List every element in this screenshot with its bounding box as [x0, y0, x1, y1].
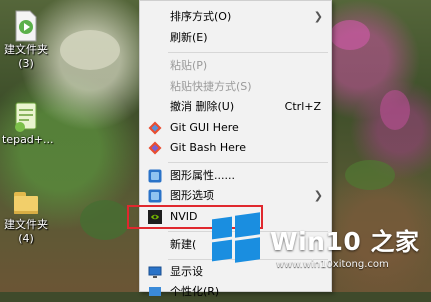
folder-icon	[12, 188, 40, 216]
menu-item-label: 个性化(R)	[170, 285, 220, 298]
menu-item-personalize[interactable]: 个性化(R)	[140, 282, 331, 302]
desktop-icon-label: 建文件夹	[4, 218, 48, 231]
foliage-decoration	[80, 200, 130, 240]
menu-item-paste[interactable]: 粘贴(P)	[140, 56, 331, 76]
flower-decoration	[330, 20, 370, 50]
menu-item-git-bash[interactable]: Git Bash Here	[140, 138, 331, 158]
chevron-right-icon: ❯	[313, 189, 323, 202]
menu-item-label: 粘贴快捷方式(S)	[170, 80, 252, 93]
menu-item-label: 新建(	[170, 238, 197, 251]
menu-item-shortcut: Ctrl+Z	[284, 100, 321, 113]
desktop-icon-label: tepad+...	[2, 133, 54, 146]
foliage-decoration	[345, 160, 395, 190]
graphics-properties-icon	[148, 169, 162, 183]
desktop-icon-notepadpp[interactable]: tepad+...	[2, 100, 54, 147]
desktop-icon-folder[interactable]: 建文件夹 (4)	[2, 188, 50, 246]
watermark-url: www.win10xitong.com	[276, 259, 389, 270]
sky-decoration	[60, 30, 120, 70]
menu-item-label: 粘贴(P)	[170, 59, 208, 72]
menu-item-label: 显示设	[170, 265, 203, 278]
menu-item-graphics-properties[interactable]: 图形属性......	[140, 166, 331, 186]
windows-logo-icon	[212, 212, 260, 263]
menu-item-label: 图形属性......	[170, 169, 235, 182]
menu-item-label: Git Bash Here	[170, 141, 246, 154]
media-file-icon	[12, 10, 40, 42]
flower-decoration	[380, 90, 410, 130]
menu-separator	[168, 162, 328, 163]
personalize-icon	[149, 287, 161, 296]
notepadpp-icon	[12, 100, 40, 132]
menu-item-label: 刷新(E)	[170, 31, 208, 44]
desktop-icon-mp4[interactable]: 建文件夹 (3)	[2, 10, 50, 71]
display-settings-icon	[148, 266, 162, 278]
watermark-brand: Win10 之家	[270, 222, 419, 257]
graphics-options-icon	[148, 189, 162, 203]
chevron-right-icon: ❯	[313, 10, 323, 23]
menu-item-label: 排序方式(O)	[170, 10, 232, 23]
menu-item-label: 撤消 删除(U)	[170, 100, 235, 113]
git-bash-icon	[148, 141, 162, 155]
git-gui-icon	[148, 121, 162, 135]
watermark-brand-latin: Win10	[270, 227, 362, 256]
menu-item-graphics-options[interactable]: 图形选项 ❯	[140, 186, 331, 206]
menu-item-paste-shortcut[interactable]: 粘贴快捷方式(S)	[140, 77, 331, 97]
desktop-icon-label: (4)	[18, 232, 34, 245]
menu-item-git-gui[interactable]: Git GUI Here	[140, 118, 331, 138]
menu-separator	[168, 52, 328, 53]
watermark-brand-cjk: 之家	[370, 228, 420, 256]
desktop-icon-label: 建文件夹	[4, 43, 48, 56]
menu-item-refresh[interactable]: 刷新(E)	[140, 28, 331, 48]
menu-item-sort[interactable]: 排序方式(O) ❯	[140, 7, 331, 27]
menu-item-undo-delete[interactable]: 撤消 删除(U) Ctrl+Z	[140, 97, 331, 117]
menu-item-label: Git GUI Here	[170, 121, 239, 134]
desktop-icon-label: (3)	[18, 57, 34, 70]
menu-item-label: 图形选项	[170, 189, 214, 202]
